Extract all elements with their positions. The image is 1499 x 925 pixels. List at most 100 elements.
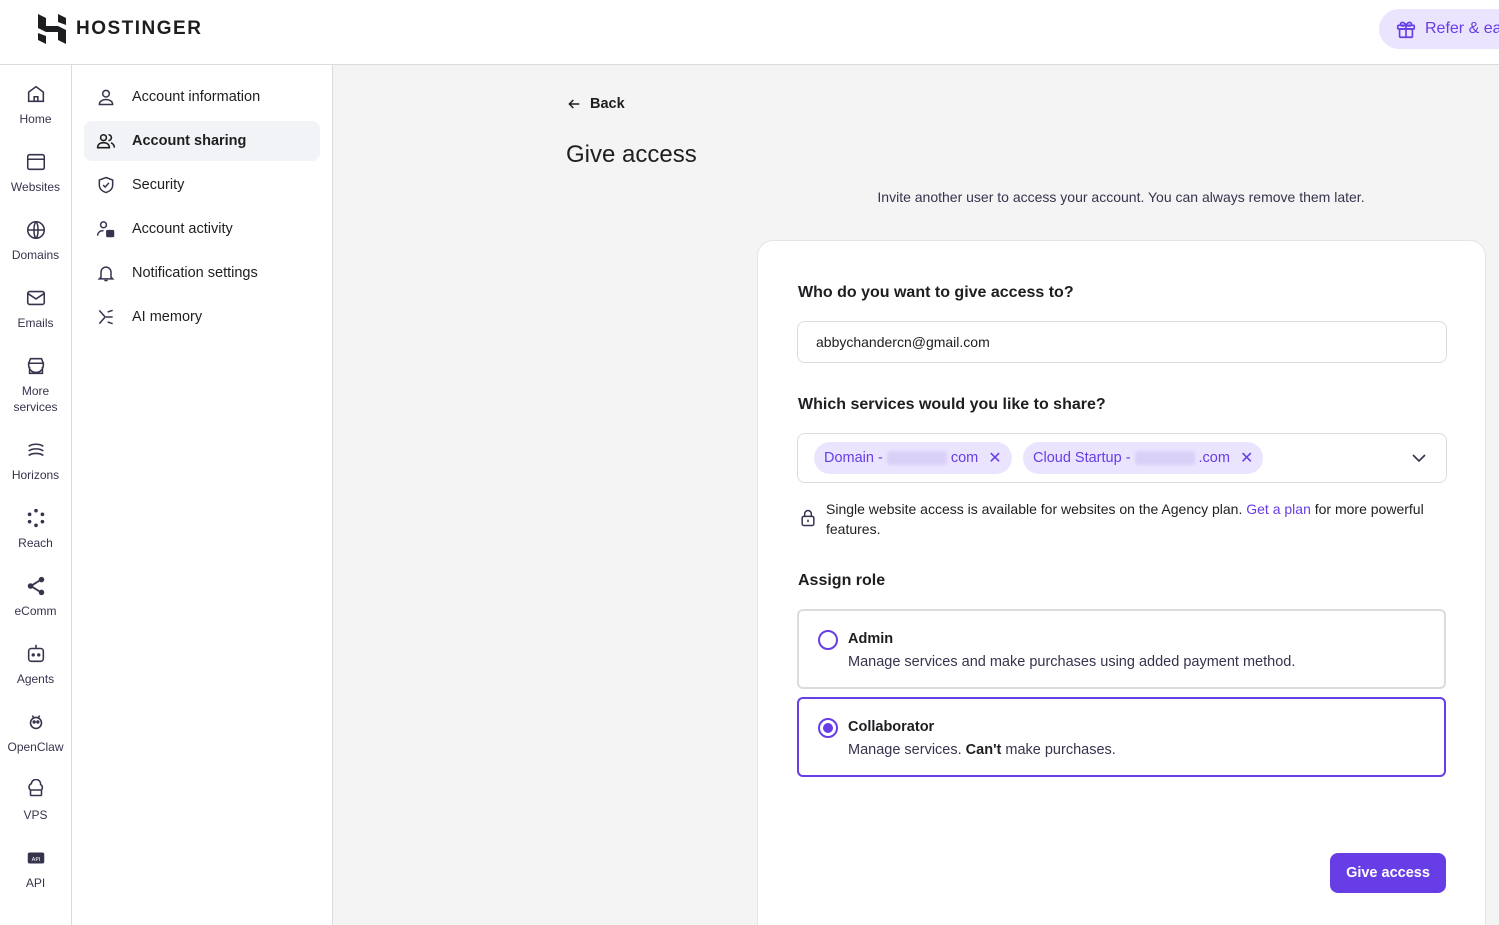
main-nav-rail: Home Websites Domains Emails More servic… <box>0 65 72 925</box>
rail-item-emails[interactable]: Emails <box>0 287 71 331</box>
page-title: Give access <box>566 141 697 168</box>
rail-label: More services <box>13 384 58 414</box>
rail-item-vps[interactable]: VPS <box>0 779 71 823</box>
email-label: Who do you want to give access to? <box>798 284 1074 301</box>
top-bar: HOSTINGER Refer & ea <box>0 0 1499 65</box>
rail-item-websites[interactable]: Websites <box>0 151 71 195</box>
globe-icon <box>26 220 45 240</box>
back-label: Back <box>590 96 625 112</box>
browser-icon <box>26 153 45 171</box>
refer-label: Refer & ea <box>1425 20 1499 37</box>
refer-button[interactable]: Refer & ea <box>1379 9 1499 49</box>
chip-prefix: Cloud Startup - <box>1033 450 1131 466</box>
horizons-icon <box>27 443 44 457</box>
subnav-label: Notification settings <box>132 265 258 281</box>
back-link[interactable]: Back <box>566 96 625 112</box>
ai-icon <box>98 309 113 325</box>
store-icon <box>27 357 44 375</box>
gift-icon <box>1396 21 1416 39</box>
rail-label: Horizons <box>11 468 60 482</box>
role-description: Manage services and make purchases using… <box>848 654 1296 670</box>
remove-chip-icon[interactable]: ✕ <box>988 448 1001 468</box>
give-access-button[interactable]: Give access <box>1330 853 1446 893</box>
redacted-text <box>886 451 947 465</box>
subnav-item-notification-settings[interactable]: Notification settings <box>84 253 320 293</box>
rail-item-reach[interactable]: Reach <box>0 507 71 551</box>
email-field[interactable] <box>797 321 1447 363</box>
rail-label: eComm <box>14 604 57 618</box>
chip-suffix: .com <box>1198 450 1230 466</box>
subnav-item-ai-memory[interactable]: AI memory <box>84 297 320 337</box>
get-a-plan-link[interactable]: Get a plan <box>1246 501 1311 517</box>
share-icon <box>27 576 44 596</box>
rail-label: Websites <box>10 180 61 194</box>
rail-label: OpenClaw <box>7 740 64 754</box>
subnav-item-account-activity[interactable]: Account activity <box>84 209 320 249</box>
shield-icon <box>98 176 114 194</box>
rail-label: Emails <box>17 316 54 330</box>
collaborator-radio[interactable] <box>818 718 838 738</box>
assign-role-label: Assign role <box>798 572 886 589</box>
person-icon <box>98 89 114 106</box>
subnav-item-account-sharing[interactable]: Account sharing <box>84 121 320 161</box>
brand-name: HOSTINGER <box>76 18 203 39</box>
subnav-label: Account information <box>132 89 261 105</box>
rail-item-agents[interactable]: Agents <box>0 643 71 687</box>
subnav-item-account-information[interactable]: Account information <box>84 77 320 117</box>
service-chip-cloud-startup: Cloud Startup - .com ✕ <box>1023 442 1264 474</box>
services-multiselect[interactable]: Domain - com ✕ Cloud Startup - .com ✕ <box>797 433 1447 483</box>
role-desc-emphasis: Can't <box>965 742 1002 758</box>
subnav-label: Account sharing <box>132 133 247 149</box>
lock-icon <box>801 509 815 527</box>
people-icon <box>96 133 116 149</box>
rail-item-ecomm[interactable]: eComm <box>0 575 71 619</box>
services-label: Which services would you like to share? <box>798 396 1106 413</box>
role-title: Admin <box>848 631 894 647</box>
plan-notice: Single website access is available for w… <box>798 499 1448 539</box>
subnav-item-security[interactable]: Security <box>84 165 320 205</box>
plan-notice-text: Single website access is available for w… <box>826 499 1448 539</box>
rail-label: Home <box>19 112 52 126</box>
service-chip-domain: Domain - com ✕ <box>814 442 1012 474</box>
rail-item-domains[interactable]: Domains <box>0 219 71 263</box>
account-subnav: Account information Account sharing Secu… <box>72 65 333 925</box>
role-desc-part: Manage services. <box>848 742 962 758</box>
rail-label: Agents <box>16 672 55 686</box>
page-subtitle: Invite another user to access your accou… <box>877 189 1365 205</box>
rail-label: Domains <box>11 248 60 262</box>
rail-item-openclaw[interactable]: OpenClaw <box>0 711 71 755</box>
subnav-label: Security <box>132 177 185 193</box>
role-option-collaborator[interactable]: Collaborator Manage services. Can't make… <box>797 697 1446 777</box>
role-title: Collaborator <box>848 719 935 735</box>
agent-icon <box>27 644 44 663</box>
role-description: Manage services. Can't make purchases. <box>848 742 1116 758</box>
rail-item-api[interactable]: API API <box>0 847 71 891</box>
give-access-card: Who do you want to give access to? Which… <box>757 240 1486 925</box>
home-icon <box>27 85 44 103</box>
mail-icon <box>26 290 45 306</box>
remove-chip-icon[interactable]: ✕ <box>1240 448 1253 468</box>
rail-item-more-services[interactable]: More services <box>0 355 71 415</box>
rail-label: VPS <box>23 808 48 822</box>
redacted-text <box>1134 451 1195 465</box>
hostinger-logo-icon <box>38 14 66 44</box>
hostinger-logo[interactable]: HOSTINGER <box>38 14 202 44</box>
activity-icon <box>96 221 115 238</box>
rail-label: Reach <box>18 536 53 550</box>
openclaw-icon <box>29 715 42 730</box>
bell-icon <box>97 266 115 282</box>
rail-item-home[interactable]: Home <box>0 83 71 127</box>
rail-item-horizons[interactable]: Horizons <box>0 439 71 483</box>
cloud-server-icon <box>27 779 43 797</box>
subnav-label: AI memory <box>132 309 203 325</box>
arrow-left-icon <box>568 99 580 109</box>
chip-prefix: Domain - <box>824 450 883 466</box>
role-option-admin[interactable]: Admin Manage services and make purchases… <box>797 609 1446 689</box>
svg-text:API: API <box>31 857 40 863</box>
chevron-down-icon[interactable] <box>1410 451 1428 465</box>
reach-icon <box>27 508 44 528</box>
notice-text: Single website access is available for w… <box>826 501 1243 517</box>
rail-label: API <box>25 876 46 890</box>
subnav-label: Account activity <box>132 221 233 237</box>
admin-radio[interactable] <box>818 630 838 650</box>
